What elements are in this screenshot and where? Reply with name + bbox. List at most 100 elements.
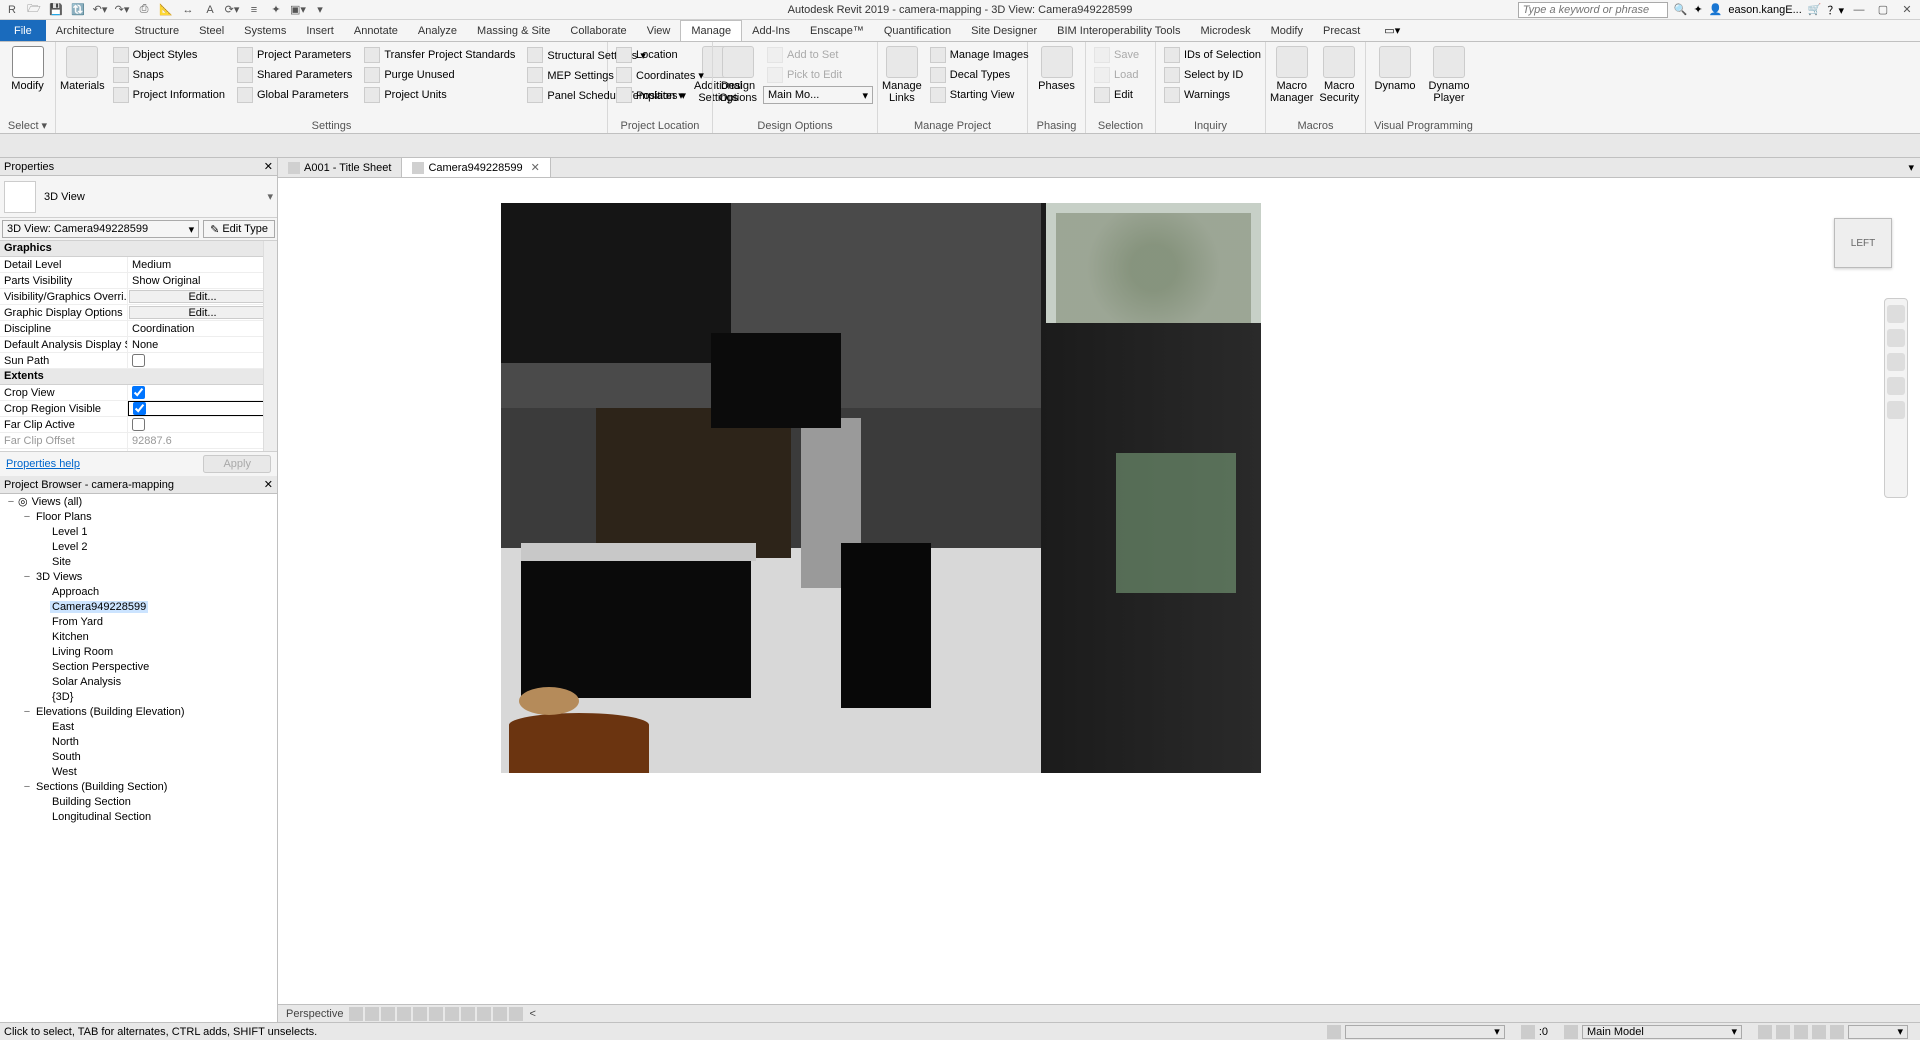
transfer-project-standards-button[interactable]: Transfer Project Standards — [360, 46, 519, 64]
tree-section-perspective[interactable]: Section Perspective — [0, 659, 277, 674]
ribbon-display-icon[interactable]: ▭▾ — [1376, 20, 1408, 41]
properties-scrollbar[interactable] — [263, 241, 277, 451]
global-parameters-button[interactable]: Global Parameters — [233, 86, 356, 104]
manage-images-button[interactable]: Manage Images — [926, 46, 1033, 64]
tree-south[interactable]: South — [0, 749, 277, 764]
tree-3d-views[interactable]: −3D Views — [0, 569, 277, 584]
tab-analyze[interactable]: Analyze — [408, 20, 467, 41]
tab-structure[interactable]: Structure — [124, 20, 189, 41]
crop-view-icon[interactable] — [429, 1007, 443, 1021]
drag-elements-icon[interactable] — [1830, 1025, 1844, 1039]
prop-discipline[interactable]: DisciplineCoordination — [0, 321, 277, 337]
warnings-button[interactable]: Warnings — [1160, 86, 1265, 104]
redo-icon[interactable]: ↷▾ — [114, 2, 130, 18]
select-face-icon[interactable] — [1812, 1025, 1826, 1039]
tab-steel[interactable]: Steel — [189, 20, 234, 41]
tab-modify[interactable]: Modify — [1261, 20, 1313, 41]
prop-far-clip-active[interactable]: Far Clip Active — [0, 417, 277, 433]
category-graphics[interactable]: Graphics⌄ — [0, 241, 277, 257]
project-parameters-button[interactable]: Project Parameters — [233, 46, 356, 64]
decal-types-button[interactable]: Decal Types — [926, 66, 1033, 84]
select-links-icon[interactable] — [1758, 1025, 1772, 1039]
prop-sun-path[interactable]: Sun Path — [0, 353, 277, 369]
prop-visibility-graphics-overri-[interactable]: Visibility/Graphics Overri...Edit... — [0, 289, 277, 305]
checkbox[interactable] — [132, 386, 145, 399]
minimize-icon[interactable]: — — [1850, 2, 1868, 18]
macro-manager-button[interactable]: Macro Manager — [1270, 44, 1314, 104]
prop-far-clip-offset[interactable]: Far Clip Offset92887.6 — [0, 433, 277, 449]
prop-parts-visibility[interactable]: Parts VisibilityShow Original — [0, 273, 277, 289]
lock-view-icon[interactable] — [461, 1007, 475, 1021]
undo-icon[interactable]: ↶▾ — [92, 2, 108, 18]
edit-button[interactable]: Edit — [1090, 86, 1143, 104]
sun-path-icon[interactable] — [381, 1007, 395, 1021]
navigation-bar[interactable] — [1884, 298, 1908, 498]
coordinates--button[interactable]: Coordinates ▾ — [612, 66, 708, 84]
dynamo-player-button[interactable]: Dynamo Player — [1424, 44, 1474, 104]
maximize-icon[interactable]: ▢ — [1874, 2, 1892, 18]
view-icon[interactable]: ⟳▾ — [224, 2, 240, 18]
phases-button[interactable]: Phases — [1032, 44, 1081, 92]
apply-button[interactable]: Apply — [203, 455, 271, 473]
checkbox[interactable] — [132, 354, 145, 367]
dim-icon[interactable]: ↔ — [180, 2, 196, 18]
tab-massing-site[interactable]: Massing & Site — [467, 20, 560, 41]
rendering-icon[interactable] — [413, 1007, 427, 1021]
user-label[interactable]: eason.kangE... — [1728, 4, 1801, 16]
main-model-combo[interactable]: Main Model▾ — [1582, 1025, 1742, 1039]
tab-insert[interactable]: Insert — [296, 20, 344, 41]
tab-view[interactable]: View — [637, 20, 681, 41]
checkbox[interactable] — [132, 418, 145, 431]
help-icon[interactable]: ？▾ — [1827, 2, 1844, 18]
detail-level-icon[interactable] — [349, 1007, 363, 1021]
tab-manage[interactable]: Manage — [680, 20, 742, 41]
sync-icon[interactable]: 🔃 — [70, 2, 86, 18]
viewtab-a001-title-sheet[interactable]: A001 - Title Sheet — [278, 158, 402, 177]
workset-icon[interactable] — [1327, 1025, 1341, 1039]
tree-east[interactable]: East — [0, 719, 277, 734]
text-icon[interactable]: A — [202, 2, 218, 18]
tree-twisty-icon[interactable]: − — [22, 781, 32, 793]
view-cube[interactable]: LEFT — [1834, 218, 1892, 268]
tree-elevations-building-elevation-[interactable]: −Elevations (Building Elevation) — [0, 704, 277, 719]
project-units-button[interactable]: Project Units — [360, 86, 519, 104]
tree-approach[interactable]: Approach — [0, 584, 277, 599]
dynamo-button[interactable]: Dynamo — [1370, 44, 1420, 92]
view-control-expand-icon[interactable]: < — [525, 1008, 539, 1020]
tree-living-room[interactable]: Living Room — [0, 644, 277, 659]
browser-close-icon[interactable]: ✕ — [264, 478, 273, 491]
edit-type-button[interactable]: ✎Edit Type — [203, 220, 275, 238]
orbit-icon[interactable] — [1887, 377, 1905, 395]
tree-twisty-icon[interactable]: − — [6, 496, 16, 508]
tab-enscape-[interactable]: Enscape™ — [800, 20, 874, 41]
tree-twisty-icon[interactable]: − — [22, 511, 32, 523]
properties-help-link[interactable]: Properties help — [6, 458, 80, 470]
tab-microdesk[interactable]: Microdesk — [1190, 20, 1260, 41]
prop-default-analysis-display-s-[interactable]: Default Analysis Display S...None — [0, 337, 277, 353]
prop-scope-box[interactable]: Scope BoxNone — [0, 449, 277, 451]
close-icon[interactable]: ✕ — [1898, 2, 1916, 18]
app-icon[interactable]: R — [4, 2, 20, 18]
instance-filter-combo[interactable]: 3D View: Camera949228599▾ — [2, 220, 199, 238]
checkbox[interactable] — [133, 402, 146, 415]
tree-camera949228599[interactable]: Camera949228599 — [0, 599, 277, 614]
design-option-combo[interactable]: Main Mo...▾ — [763, 86, 873, 104]
tab-collaborate[interactable]: Collaborate — [560, 20, 636, 41]
infocenter-search-icon[interactable]: 🔍 — [1674, 3, 1688, 16]
project-information-button[interactable]: Project Information — [109, 86, 229, 104]
thin-lines-icon[interactable]: ≡ — [246, 2, 262, 18]
tree-twisty-icon[interactable]: − — [22, 706, 32, 718]
properties-close-icon[interactable]: ✕ — [264, 160, 273, 173]
macro-security-button[interactable]: Macro Security — [1318, 44, 1362, 104]
tab-annotate[interactable]: Annotate — [344, 20, 408, 41]
prop-crop-view[interactable]: Crop View — [0, 385, 277, 401]
shared-parameters-button[interactable]: Shared Parameters — [233, 66, 356, 84]
location-button[interactable]: Location — [612, 46, 708, 64]
keep-signed-icon[interactable]: ✦ — [1693, 3, 1702, 16]
tree-views-all-[interactable]: −◎Views (all) — [0, 494, 277, 509]
starting-view-button[interactable]: Starting View — [926, 86, 1033, 104]
tab-file[interactable]: File — [0, 20, 46, 41]
open-icon[interactable]: 🗁 — [26, 2, 42, 18]
switch-windows-icon[interactable]: ▣▾ — [290, 2, 306, 18]
category-extents[interactable]: Extents⌄ — [0, 369, 277, 385]
